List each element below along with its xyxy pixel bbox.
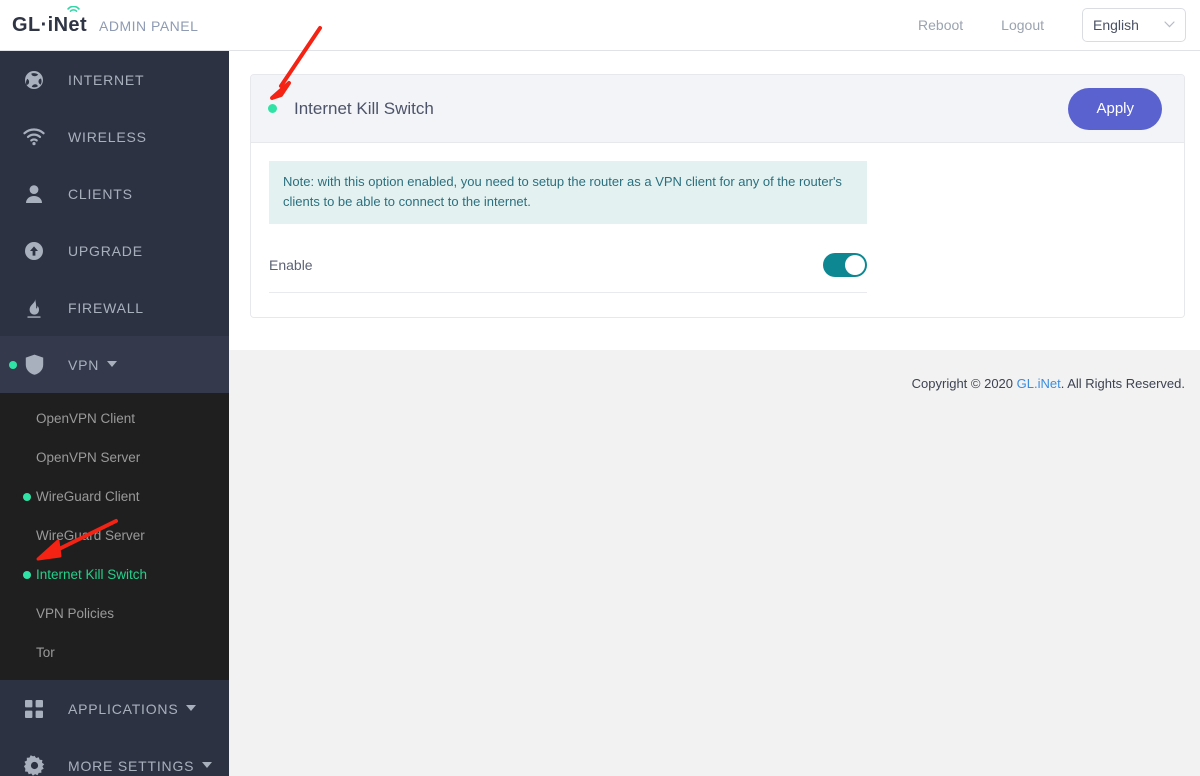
green-status-dot — [268, 104, 277, 113]
brand-subtitle: ADMIN PANEL — [99, 18, 198, 34]
sidebar-subitem-tor[interactable]: Tor — [0, 633, 229, 672]
sidebar-item-label: WIRELESS — [68, 129, 147, 145]
sidebar-item-label: MORE SETTINGS — [68, 758, 194, 774]
footer-copyright: Copyright © 2020 GL.iNet. All Rights Res… — [912, 376, 1185, 391]
sidebar-subitem-openvpn-client[interactable]: OpenVPN Client — [0, 399, 229, 438]
reboot-link[interactable]: Reboot — [918, 17, 963, 33]
main-content: Internet Kill Switch Apply Note: with th… — [229, 51, 1200, 350]
internet-kill-switch-card: Internet Kill Switch Apply Note: with th… — [250, 74, 1185, 318]
sidebar-item-firewall[interactable]: FIREWALL — [0, 279, 229, 336]
brand-logo-text: GL·iNet — [12, 14, 87, 36]
grid-icon — [22, 697, 46, 721]
sidebar-subitem-vpn-policies[interactable]: VPN Policies — [0, 594, 229, 633]
sidebar-item-label: VPN — [68, 357, 99, 373]
upload-circle-icon — [22, 239, 46, 263]
gl-inet-link[interactable]: GL.iNet — [1017, 376, 1061, 391]
wifi-arc-icon — [67, 6, 80, 15]
enable-row: Enable — [269, 238, 867, 293]
sidebar-item-label: INTERNET — [68, 72, 144, 88]
chevron-down-icon — [1164, 20, 1175, 31]
footer-copyright-suffix: . All Rights Reserved. — [1061, 376, 1185, 391]
caret-down-icon — [202, 761, 212, 770]
wifi-icon — [22, 125, 46, 149]
sidebar-item-clients[interactable]: CLIENTS — [0, 165, 229, 222]
globe-icon — [22, 68, 46, 92]
sidebar-subitem-label: Internet Kill Switch — [36, 567, 147, 582]
sidebar-subitem-label: VPN Policies — [36, 606, 114, 621]
language-select[interactable]: English — [1082, 8, 1186, 42]
sidebar-subitem-internet-kill-switch[interactable]: Internet Kill Switch — [0, 555, 229, 594]
sidebar: INTERNET WIRELESS CLIENTS — [0, 51, 229, 776]
shield-icon — [22, 353, 46, 377]
logout-link[interactable]: Logout — [1001, 17, 1044, 33]
gear-icon — [22, 754, 46, 776]
card-body: Note: with this option enabled, you need… — [251, 143, 1184, 317]
sidebar-item-upgrade[interactable]: UPGRADE — [0, 222, 229, 279]
sidebar-subitem-wireguard-server[interactable]: WireGuard Server — [0, 516, 229, 555]
footer-copyright-prefix: Copyright © 2020 — [912, 376, 1017, 391]
apply-button[interactable]: Apply — [1068, 88, 1162, 130]
enable-label: Enable — [269, 257, 313, 273]
caret-down-icon — [186, 704, 196, 713]
admin-panel-page: GL·iNet ADMIN PANEL Reboot Logout Englis… — [0, 0, 1200, 776]
status-dot — [9, 361, 17, 369]
sidebar-subitem-label: OpenVPN Server — [36, 450, 140, 465]
sidebar-item-wireless[interactable]: WIRELESS — [0, 108, 229, 165]
sidebar-subitem-wireguard-client[interactable]: WireGuard Client — [0, 477, 229, 516]
sidebar-subitem-label: WireGuard Server — [36, 528, 145, 543]
flame-icon — [22, 296, 46, 320]
card-header: Internet Kill Switch Apply — [251, 75, 1184, 143]
person-icon — [22, 182, 46, 206]
status-dot — [23, 493, 31, 501]
page-title: Internet Kill Switch — [294, 99, 434, 119]
top-bar: GL·iNet ADMIN PANEL Reboot Logout Englis… — [0, 0, 1200, 51]
top-bar-actions: Reboot Logout English — [918, 8, 1200, 42]
caret-down-icon — [107, 360, 117, 369]
sidebar-subitem-openvpn-server[interactable]: OpenVPN Server — [0, 438, 229, 477]
sidebar-submenu-vpn: OpenVPN Client OpenVPN Server WireGuard … — [0, 393, 229, 680]
language-select-value: English — [1093, 17, 1139, 33]
sidebar-item-vpn[interactable]: VPN — [0, 336, 229, 393]
toggle-knob — [845, 255, 865, 275]
sidebar-item-label: UPGRADE — [68, 243, 143, 259]
sidebar-item-label: CLIENTS — [68, 186, 133, 202]
sidebar-item-internet[interactable]: INTERNET — [0, 51, 229, 108]
sidebar-subitem-label: Tor — [36, 645, 55, 660]
sidebar-item-label: APPLICATIONS — [68, 701, 178, 717]
brand: GL·iNet ADMIN PANEL — [0, 14, 198, 37]
status-dot — [23, 571, 31, 579]
enable-toggle[interactable] — [823, 253, 867, 277]
sidebar-subitem-label: OpenVPN Client — [36, 411, 135, 426]
note-banner: Note: with this option enabled, you need… — [269, 161, 867, 224]
sidebar-item-label: FIREWALL — [68, 300, 144, 316]
sidebar-item-applications[interactable]: APPLICATIONS — [0, 680, 229, 737]
brand-logo: GL·iNet — [12, 14, 87, 37]
sidebar-item-more-settings[interactable]: MORE SETTINGS — [0, 737, 229, 776]
sidebar-subitem-label: WireGuard Client — [36, 489, 140, 504]
